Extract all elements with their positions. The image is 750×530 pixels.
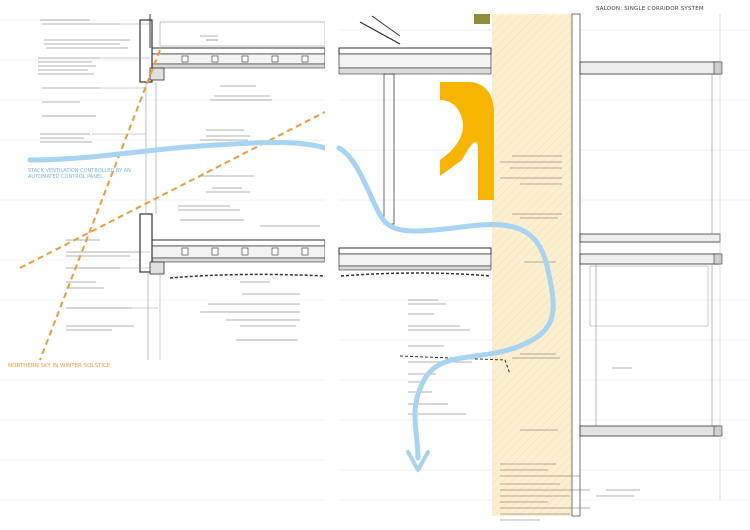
sun-angle-lines	[19, 49, 326, 361]
section-drawing	[0, 0, 750, 530]
left-sheet	[0, 14, 328, 501]
right-structure	[571, 13, 723, 517]
upper-floor-slab	[139, 14, 326, 83]
airflow-label: STACK VENTILATION CONTROLLED BY AN AUTOM…	[28, 168, 131, 180]
left-airflow-path	[27, 140, 328, 163]
yellow-panel	[440, 82, 494, 200]
right-sheet	[336, 13, 750, 521]
sheet-title: SALOON: SINGLE CORRIDOR SYSTEM	[596, 6, 704, 12]
lower-floor-slab	[139, 213, 326, 360]
sun-angle-label: NORTHERN SKY IN WINTER SOLSTICE	[8, 363, 111, 369]
